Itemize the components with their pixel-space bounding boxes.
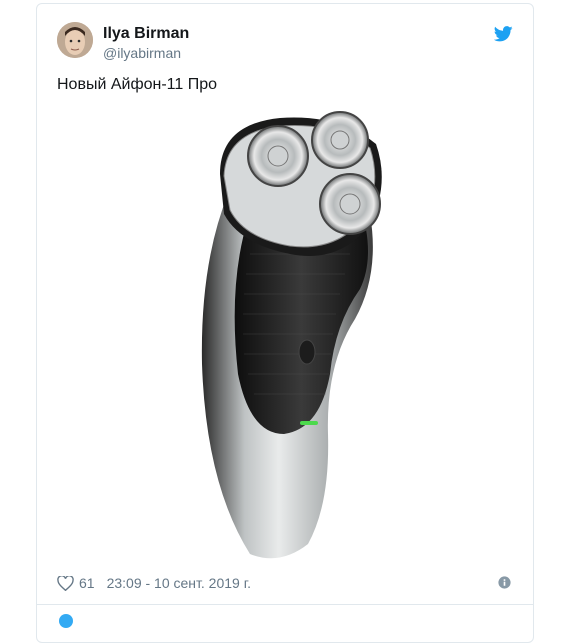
twitter-bird-icon[interactable]: [494, 26, 513, 42]
author-name[interactable]: Ilya Birman: [103, 25, 189, 43]
divider: [37, 604, 533, 605]
avatar[interactable]: [57, 22, 93, 58]
tweet-meta: 61 23:09 - 10 сент. 2019 г.: [57, 575, 251, 591]
heart-icon[interactable]: [57, 575, 74, 591]
tweet-text: Новый Айфон-11 Про: [57, 76, 218, 93]
like-count[interactable]: 61: [79, 575, 95, 591]
tweet-card[interactable]: Ilya Birman @ilyabirman Новый Айфон-11 П…: [36, 3, 534, 643]
info-icon[interactable]: [498, 576, 511, 589]
tweet-photo[interactable]: [180, 104, 392, 564]
author-handle[interactable]: @ilyabirman: [103, 45, 181, 61]
footer-icon[interactable]: [59, 614, 73, 628]
tweet-timestamp[interactable]: 23:09 - 10 сент. 2019 г.: [107, 575, 251, 591]
